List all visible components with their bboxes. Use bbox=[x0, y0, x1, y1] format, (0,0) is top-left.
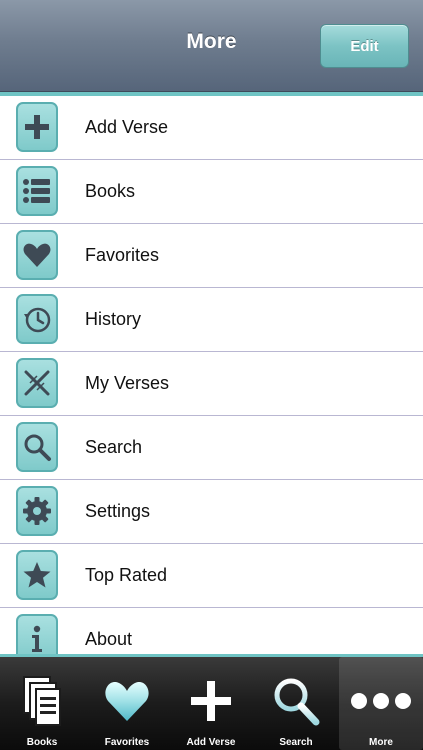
tab-more[interactable]: More bbox=[339, 657, 423, 750]
edit-button[interactable]: Edit bbox=[320, 24, 409, 68]
list-item-about[interactable]: About bbox=[0, 608, 423, 654]
navigation-bar: More Edit bbox=[0, 0, 423, 92]
tab-label: Search bbox=[279, 737, 313, 748]
plus-icon bbox=[169, 671, 253, 731]
magnifier-icon bbox=[254, 671, 338, 731]
books-icon bbox=[0, 671, 84, 731]
tab-books[interactable]: Books bbox=[0, 657, 84, 750]
star-icon bbox=[16, 550, 58, 600]
list-item-label: History bbox=[85, 309, 142, 329]
tab-favorites[interactable]: Favorites bbox=[85, 657, 169, 750]
list-item-label: Settings bbox=[85, 501, 151, 521]
heart-icon bbox=[16, 230, 58, 280]
list-item-label: Search bbox=[85, 437, 143, 457]
list-item-label: Favorites bbox=[85, 245, 160, 265]
more-menu-list[interactable]: Add Verse Books Favorites History My Ver… bbox=[0, 96, 423, 654]
tab-label: More bbox=[369, 737, 393, 748]
list-item-my-verses[interactable]: My Verses bbox=[0, 352, 423, 416]
tab-label: Add Verse bbox=[186, 737, 236, 748]
list-item-label: Add Verse bbox=[85, 117, 169, 137]
tab-label: Favorites bbox=[104, 737, 150, 748]
info-icon bbox=[16, 614, 58, 654]
list-item-books[interactable]: Books bbox=[0, 160, 423, 224]
list-item-label: My Verses bbox=[85, 373, 170, 393]
list-icon bbox=[16, 166, 58, 216]
magnifier-icon bbox=[16, 422, 58, 472]
list-item-favorites[interactable]: Favorites bbox=[0, 224, 423, 288]
list-item-label: Top Rated bbox=[85, 565, 168, 585]
list-item-search[interactable]: Search bbox=[0, 416, 423, 480]
tab-add-verse[interactable]: Add Verse bbox=[169, 657, 253, 750]
gear-icon bbox=[16, 486, 58, 536]
list-item-settings[interactable]: Settings bbox=[0, 480, 423, 544]
list-item-add-verse[interactable]: Add Verse bbox=[0, 96, 423, 160]
list-item-label: About bbox=[85, 629, 133, 649]
crossed-pens-icon bbox=[16, 358, 58, 408]
plus-icon bbox=[16, 102, 58, 152]
tab-search[interactable]: Search bbox=[254, 657, 338, 750]
heart-icon bbox=[85, 671, 169, 731]
tab-label: Books bbox=[26, 737, 58, 748]
more-dots-icon bbox=[339, 671, 423, 731]
list-item-top-rated[interactable]: Top Rated bbox=[0, 544, 423, 608]
list-item-label: Books bbox=[85, 181, 136, 201]
tab-bar: Books Favorites Add Verse Search More bbox=[0, 654, 423, 750]
history-clock-icon bbox=[16, 294, 58, 344]
list-item-history[interactable]: History bbox=[0, 288, 423, 352]
